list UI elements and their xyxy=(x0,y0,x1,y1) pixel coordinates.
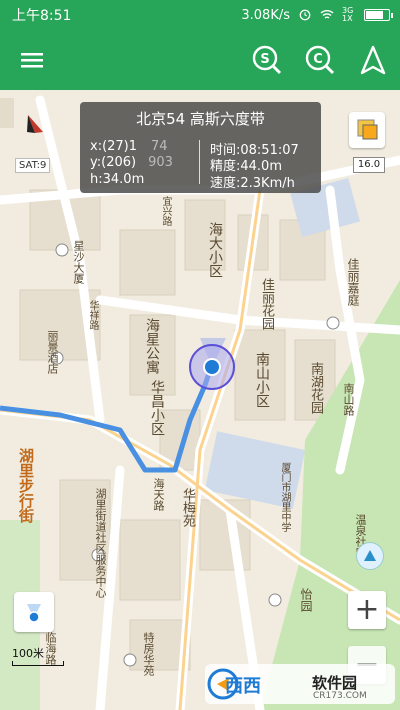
map-label-yixing-road: 宜兴路 xyxy=(160,196,171,226)
map-label-nanshan-road: 南山路 xyxy=(342,383,355,416)
plus-icon: + xyxy=(354,592,380,627)
y-coordinate: y:(206) 903 xyxy=(90,155,173,170)
info-divider xyxy=(199,140,200,184)
map-label-huamei: 华梅苑 xyxy=(180,488,195,527)
svg-text:C: C xyxy=(313,52,323,67)
gps-speed: 速度:2.3Km/h xyxy=(210,176,295,191)
scale-bar xyxy=(12,661,64,666)
nav-direction-button[interactable] xyxy=(356,542,384,570)
map-label-huaxiang-road: 华祥路 xyxy=(87,300,98,330)
coordinate-system-title: 北京54 高斯六度带 xyxy=(136,110,265,128)
status-bar: 上午8:51 3.08K/s 3G 1X xyxy=(0,0,400,30)
my-location-button[interactable] xyxy=(14,592,54,632)
height-value: h:34.0m xyxy=(90,172,145,187)
svg-text:S: S xyxy=(260,52,269,67)
search-s-icon: S xyxy=(252,45,282,75)
map-label-yiyuan: 怡园 xyxy=(299,588,313,612)
watermark-site: 软件园 xyxy=(312,674,358,692)
satellite-count: SAT:9 xyxy=(15,158,51,173)
map-label-pedestrian-street: 湖里步行街 xyxy=(17,448,35,523)
layers-icon xyxy=(357,119,378,140)
menu-button[interactable] xyxy=(14,42,50,78)
battery-icon xyxy=(364,9,393,21)
search-c-icon: C xyxy=(305,45,335,75)
navigate-button[interactable] xyxy=(355,42,391,78)
map-label-community-center: 湖里街道社区服务中心 xyxy=(94,488,107,598)
map-label-haitian-road: 海天路 xyxy=(152,478,165,511)
status-icons: 3.08K/s 3G 1X xyxy=(241,6,393,23)
map-label-jiali-jiating: 佳丽嘉庭 xyxy=(346,258,360,306)
map-label-nanshan: 南山小区 xyxy=(254,352,270,408)
zoom-in-button[interactable]: + xyxy=(348,591,386,629)
map-label-school: 厦门市湖里中学 xyxy=(279,462,290,532)
alarm-icon xyxy=(299,9,311,21)
watermark-brand: 西西 xyxy=(225,676,261,697)
search-c-button[interactable]: C xyxy=(302,42,338,78)
map-label-nanhu: 南湖花园 xyxy=(308,362,323,414)
menu-icon xyxy=(21,53,43,68)
zoom-level: 16.0 xyxy=(353,157,385,173)
navigate-arrow-icon xyxy=(360,45,386,75)
search-s-button[interactable]: S xyxy=(249,42,285,78)
map-label-jiali-garden: 佳丽花园 xyxy=(259,278,274,330)
x-coordinate: x:(27)1 74 xyxy=(90,139,168,154)
map-label-huachang: 华昌小区 xyxy=(149,380,165,436)
wifi-icon xyxy=(320,10,334,19)
triangle-up-icon xyxy=(364,550,376,561)
map-scale: 100米 xyxy=(12,645,64,666)
network-type: 3G 1X xyxy=(342,6,354,23)
scale-label: 100米 xyxy=(12,647,44,660)
map-label-tefang: 特房华苑 xyxy=(142,632,155,676)
map-label-haixing: 海星公寓 xyxy=(144,318,160,374)
status-time: 上午8:51 xyxy=(12,8,72,24)
map-label-lijing-hotel: 丽景酒店 xyxy=(46,330,59,374)
gps-info-panel: 北京54 高斯六度带 x:(27)1 74 y:(206) 903 h:34.0m … xyxy=(80,102,321,193)
location-beam-icon xyxy=(27,604,41,623)
layers-button[interactable] xyxy=(349,112,385,148)
network-speed: 3.08K/s xyxy=(241,7,290,23)
map-label-haida: 海大小区 xyxy=(207,222,223,278)
map-label-xingsha: 星沙大厦 xyxy=(72,240,85,284)
app-bar: S C xyxy=(0,30,400,90)
watermark-url: CR173.COM xyxy=(313,691,367,701)
